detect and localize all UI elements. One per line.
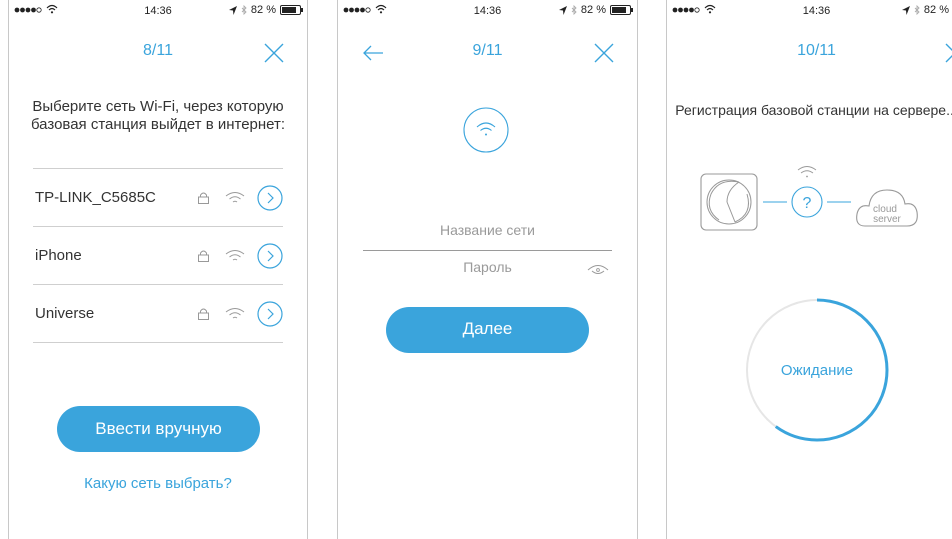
wifi-network-row[interactable]: Universe — [33, 285, 283, 343]
wifi-network-row[interactable]: TP-LINK_C5685C — [33, 169, 283, 227]
cloud-icon: cloud server — [856, 189, 918, 227]
screen-wifi-select: 14:36 82 % 8/11 Выберите сеть Wi-Fi, чер… — [8, 0, 308, 539]
network-name: Universe — [35, 305, 95, 322]
network-name: TP-LINK_C5685C — [35, 189, 156, 206]
lock-icon — [198, 192, 209, 204]
close-icon[interactable] — [263, 42, 285, 64]
which-network-link[interactable]: Какую сеть выбрать? — [9, 475, 307, 492]
connection-diagram: ? cloud server — [700, 166, 918, 231]
instruction-text: Выберите сеть Wi-Fi, через которую базов… — [30, 98, 286, 133]
battery-percent: 82 % — [923, 4, 949, 16]
password-field[interactable]: Пароль — [363, 259, 612, 281]
network-name-field[interactable]: Название сети — [363, 222, 612, 251]
screen-network-credentials: 14:36 82 % 9/11 Название сети Пароль Дал… — [337, 0, 638, 539]
enter-manually-button[interactable]: Ввести вручную — [57, 406, 260, 452]
wifi-icon — [225, 307, 245, 318]
unknown-status-symbol: ? — [803, 195, 812, 212]
bluetooth-icon — [241, 5, 247, 15]
close-icon[interactable] — [944, 42, 952, 64]
battery-icon — [610, 5, 633, 15]
lock-icon — [198, 308, 209, 320]
location-arrow-icon — [558, 5, 567, 15]
battery-percent: 82 % — [580, 4, 606, 16]
chevron-right-icon[interactable] — [257, 300, 283, 327]
screen-registration: 14:36 82 % 10/11 Регистрация базовой ста… — [666, 0, 952, 539]
eye-icon[interactable] — [587, 262, 609, 276]
registration-status-text: Регистрация базовой станции на сервере..… — [675, 102, 952, 118]
close-icon[interactable] — [593, 42, 615, 64]
bluetooth-icon — [914, 5, 920, 15]
bluetooth-icon — [571, 5, 577, 15]
step-indicator: 10/11 — [797, 42, 836, 59]
location-arrow-icon — [901, 5, 910, 15]
battery-icon — [280, 5, 303, 15]
wifi-icon — [225, 249, 245, 260]
status-bar: 14:36 82 % — [338, 0, 637, 22]
wifi-icon — [225, 191, 245, 202]
status-bar: 14:36 82 % — [9, 0, 307, 22]
wifi-icon — [463, 107, 509, 153]
lock-icon — [198, 250, 209, 262]
base-station-icon — [700, 173, 758, 231]
cloud-label-line2: server — [873, 214, 901, 225]
chevron-right-icon[interactable] — [257, 242, 283, 269]
next-button[interactable]: Далее — [386, 307, 589, 353]
chevron-right-icon[interactable] — [257, 184, 283, 211]
location-arrow-icon — [228, 5, 237, 15]
wifi-network-list: TP-LINK_C5685C iPhone Universe — [33, 168, 283, 343]
battery-percent: 82 % — [250, 4, 276, 16]
wifi-network-row[interactable]: iPhone — [33, 227, 283, 285]
network-name: iPhone — [35, 247, 82, 264]
wifi-icon — [797, 166, 817, 178]
status-bar: 14:36 82 % — [667, 0, 952, 22]
waiting-label: Ожидание — [780, 362, 854, 379]
